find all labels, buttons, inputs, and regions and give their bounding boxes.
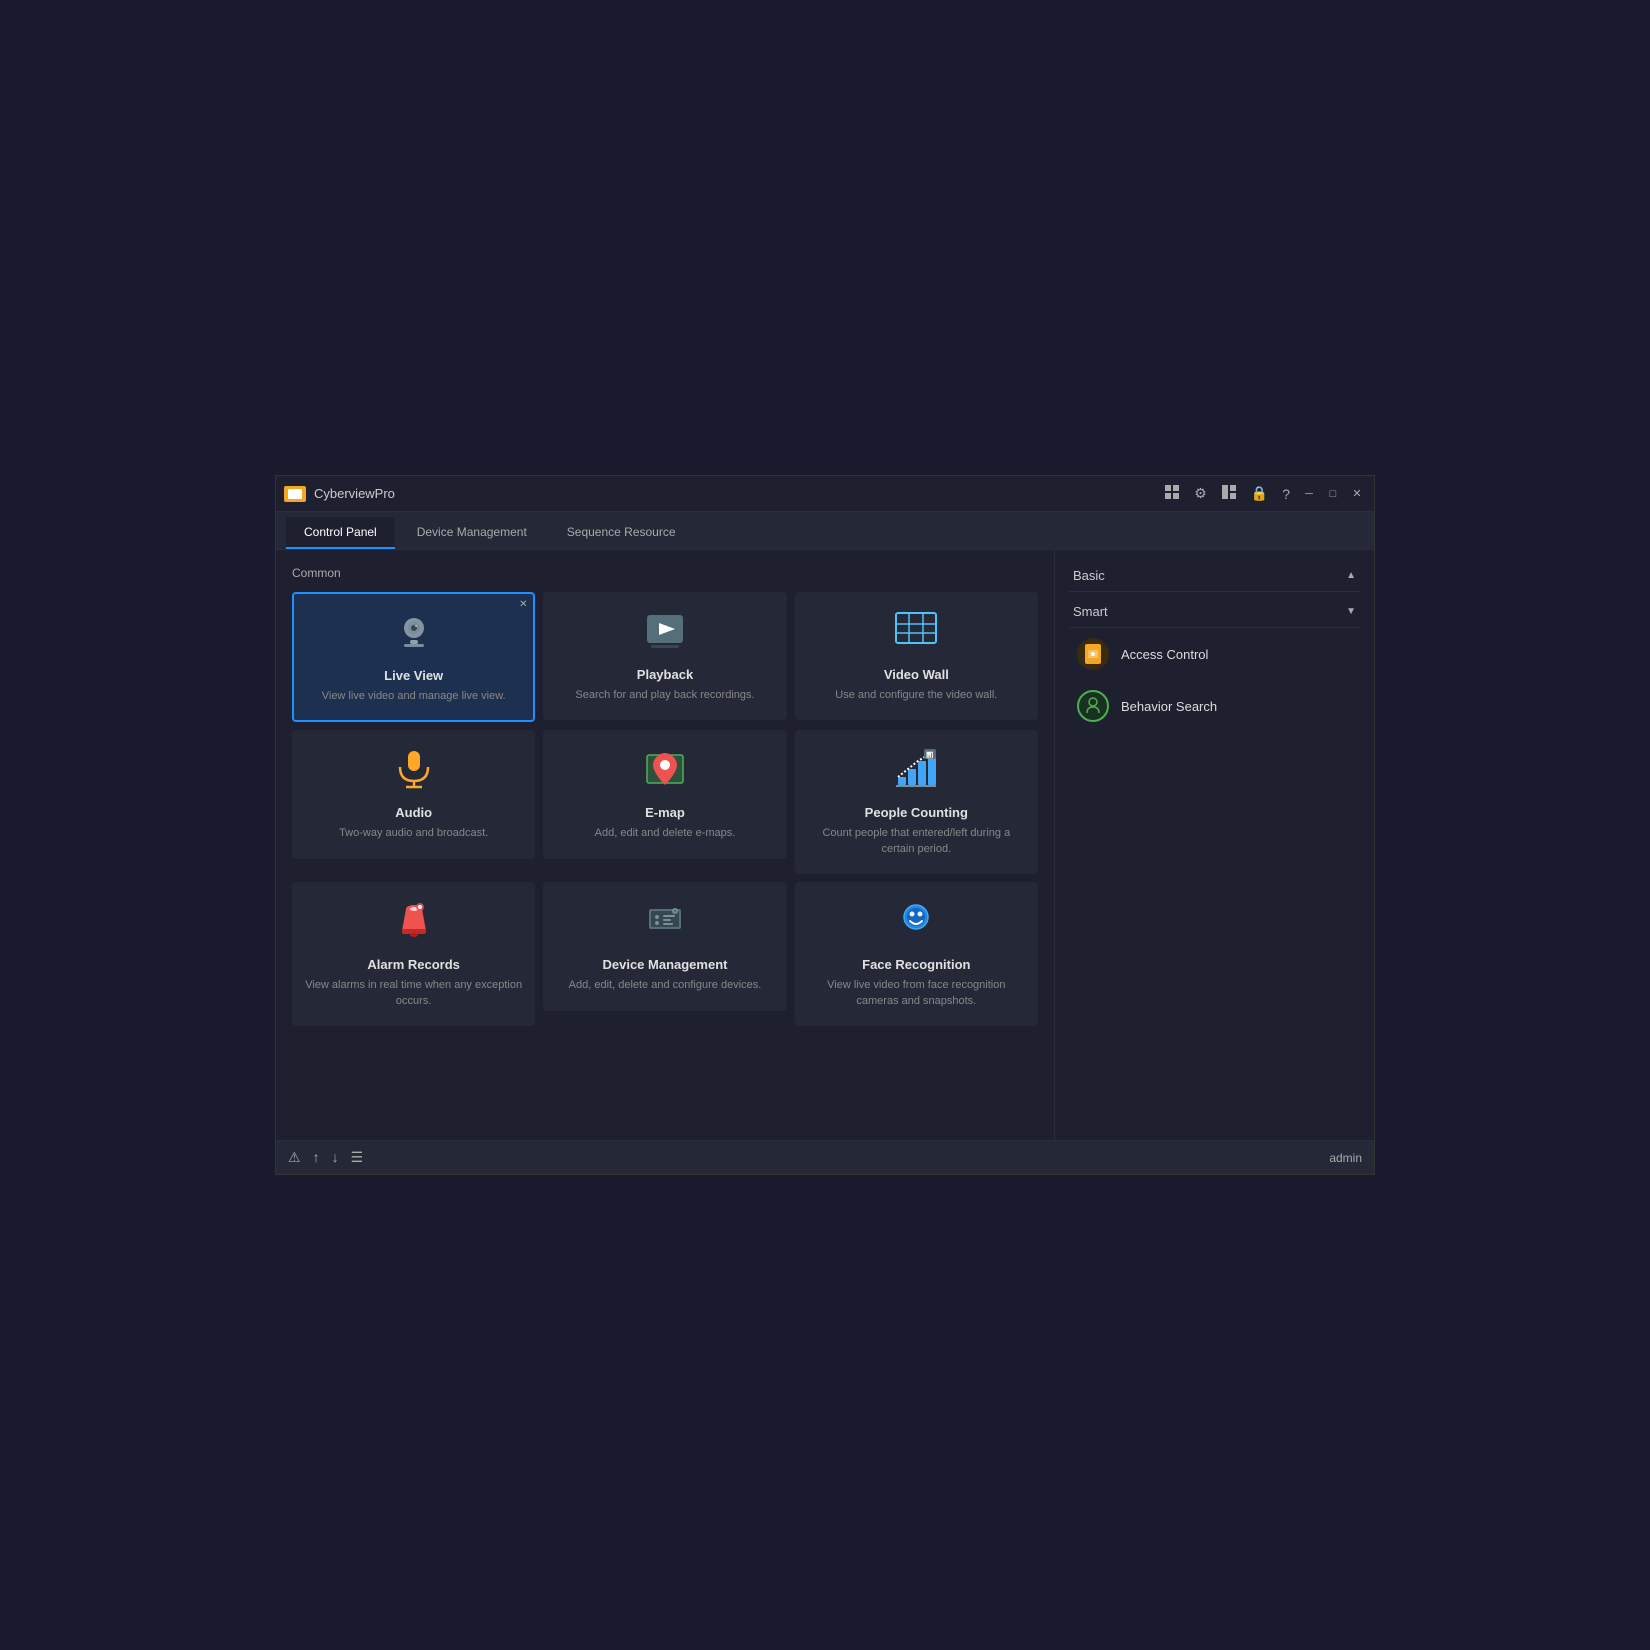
playback-title: Playback	[637, 667, 693, 682]
people-counting-icon: 📊	[894, 747, 938, 797]
alarm-records-desc: View alarms in real time when any except…	[305, 978, 522, 1009]
sidebar-basic-header[interactable]: Basic ▲	[1069, 560, 1360, 592]
status-icons: ⚠ ↑ ↓ ☰	[288, 1149, 363, 1166]
people-counting-wrapper: 📊 People Counting Count people that ente…	[795, 730, 1038, 874]
sidebar-section-smart: Smart ▼ Access Control	[1069, 596, 1360, 732]
sidebar-item-behavior-search[interactable]: Behavior Search	[1069, 680, 1360, 732]
access-control-label: Access Control	[1121, 647, 1208, 662]
sidebar-smart-header[interactable]: Smart ▼	[1069, 596, 1360, 628]
audio-icon	[392, 747, 436, 797]
right-sidebar: Basic ▲ Smart ▼	[1054, 550, 1374, 1140]
face-recognition-icon	[894, 899, 938, 949]
card-playback[interactable]: Playback Search for and play back record…	[543, 592, 786, 720]
cards-grid: ✕ Live View View l	[292, 592, 1038, 1026]
alarm-records-title: Alarm Records	[367, 957, 459, 972]
device-management-title: Device Management	[602, 957, 727, 972]
minimize-button[interactable]: ─	[1300, 485, 1318, 503]
alarm-records-wrapper: Alarm Records View alarms in real time w…	[292, 882, 535, 1026]
behavior-search-icon	[1077, 690, 1109, 722]
card-alarm-records[interactable]: Alarm Records View alarms in real time w…	[292, 882, 535, 1026]
emap-title: E-map	[645, 805, 685, 820]
download-status-icon[interactable]: ↓	[332, 1149, 339, 1166]
status-bar: ⚠ ↑ ↓ ☰ admin	[276, 1140, 1374, 1174]
access-control-icon	[1077, 638, 1109, 670]
app-title: CyberviewPro	[314, 486, 395, 501]
live-view-title: Live View	[384, 668, 443, 683]
emap-wrapper: E-map Add, edit and delete e-maps.	[543, 730, 786, 874]
status-username: admin	[1329, 1151, 1362, 1165]
emap-icon	[643, 747, 687, 797]
tab-device-management[interactable]: Device Management	[399, 517, 545, 549]
face-recognition-title: Face Recognition	[862, 957, 970, 972]
title-bar-left: CyberviewPro	[284, 486, 395, 502]
device-management-desc: Add, edit, delete and configure devices.	[569, 978, 762, 993]
audio-desc: Two-way audio and broadcast.	[339, 826, 488, 841]
title-bar-right: ⚙ 🔒 ? ─ □ ✕	[1160, 482, 1366, 505]
card-live-view[interactable]: ✕ Live View View l	[292, 592, 535, 722]
card-video-wall[interactable]: Video Wall Use and configure the video w…	[795, 592, 1038, 720]
common-section-title: Common	[292, 566, 1038, 580]
svg-text:📊: 📊	[927, 751, 935, 759]
alarm-records-icon	[392, 899, 436, 949]
list-status-icon[interactable]: ☰	[351, 1149, 364, 1166]
card-people-counting[interactable]: 📊 People Counting Count people that ente…	[795, 730, 1038, 874]
card-emap[interactable]: E-map Add, edit and delete e-maps.	[543, 730, 786, 858]
card-device-management[interactable]: Device Management Add, edit, delete and …	[543, 882, 786, 1010]
lock-icon[interactable]: 🔒	[1247, 483, 1272, 504]
chevron-down-icon: ▼	[1346, 606, 1356, 617]
video-wall-title: Video Wall	[884, 667, 949, 682]
close-button[interactable]: ✕	[1348, 485, 1366, 503]
playback-icon	[643, 609, 687, 659]
left-panel: Common ✕	[276, 550, 1054, 1140]
split-icon[interactable]	[1217, 482, 1241, 505]
video-wall-icon	[894, 609, 938, 659]
app-logo	[284, 486, 306, 502]
video-wall-desc: Use and configure the video wall.	[835, 688, 997, 703]
emap-desc: Add, edit and delete e-maps.	[595, 826, 736, 841]
playback-desc: Search for and play back recordings.	[575, 688, 754, 703]
tab-sequence-resource[interactable]: Sequence Resource	[549, 517, 694, 549]
people-counting-title: People Counting	[865, 805, 968, 820]
playback-wrapper: Playback Search for and play back record…	[543, 592, 786, 722]
app-window: CyberviewPro ⚙ 🔒 ? ─ □ ✕	[275, 475, 1375, 1175]
behavior-search-label: Behavior Search	[1121, 699, 1217, 714]
face-recognition-wrapper: Face Recognition View live video from fa…	[795, 882, 1038, 1026]
grid-view-icon[interactable]	[1160, 482, 1184, 505]
sidebar-item-access-control[interactable]: Access Control	[1069, 628, 1360, 680]
sidebar-basic-label: Basic	[1073, 568, 1105, 583]
help-icon[interactable]: ?	[1278, 484, 1294, 504]
card-audio[interactable]: Audio Two-way audio and broadcast.	[292, 730, 535, 858]
filter-icon[interactable]: ⚙	[1190, 483, 1211, 504]
main-content: Common ✕	[276, 550, 1374, 1140]
sidebar-section-basic: Basic ▲	[1069, 560, 1360, 592]
audio-title: Audio	[395, 805, 432, 820]
video-wall-wrapper: Video Wall Use and configure the video w…	[795, 592, 1038, 722]
tab-bar: Control Panel Device Management Sequence…	[276, 512, 1374, 550]
people-counting-desc: Count people that entered/left during a …	[808, 826, 1025, 857]
close-live-view-btn[interactable]: ✕	[515, 596, 531, 612]
tab-control-panel[interactable]: Control Panel	[286, 517, 395, 549]
chevron-up-icon: ▲	[1346, 570, 1356, 581]
alarm-status-icon[interactable]: ⚠	[288, 1149, 301, 1166]
live-view-wrapper: ✕ Live View View l	[292, 592, 535, 722]
title-bar: CyberviewPro ⚙ 🔒 ? ─ □ ✕	[276, 476, 1374, 512]
sidebar-smart-label: Smart	[1073, 604, 1108, 619]
card-face-recognition[interactable]: Face Recognition View live video from fa…	[795, 882, 1038, 1026]
audio-wrapper: Audio Two-way audio and broadcast.	[292, 730, 535, 874]
live-view-icon	[392, 610, 436, 660]
device-management-icon	[643, 899, 687, 949]
maximize-button[interactable]: □	[1324, 485, 1342, 503]
face-recognition-desc: View live video from face recognition ca…	[808, 978, 1025, 1009]
live-view-desc: View live video and manage live view.	[322, 689, 506, 704]
upload-status-icon[interactable]: ↑	[313, 1149, 320, 1166]
device-management-wrapper: Device Management Add, edit, delete and …	[543, 882, 786, 1026]
